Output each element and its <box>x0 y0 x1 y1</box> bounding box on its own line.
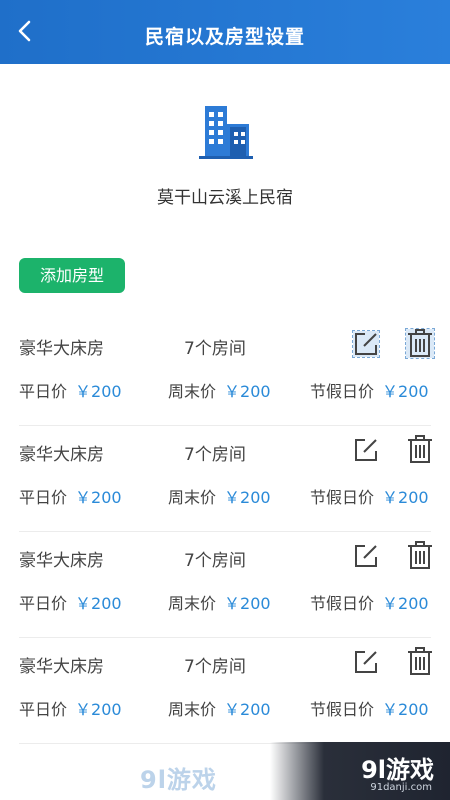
room-type-item: 豪华大床房 7个房间 平日价 ￥200 周末价 ￥200 节假日价 ￥200 <box>0 638 450 744</box>
trash-icon[interactable] <box>406 541 434 570</box>
watermark-logo: 9l游戏 <box>361 756 434 784</box>
weekend-price: 周末价 ￥200 <box>168 378 271 402</box>
add-room-type-button[interactable]: 添加房型 <box>19 258 125 293</box>
holiday-price: 节假日价 ￥200 <box>310 484 429 508</box>
edit-icon[interactable] <box>352 330 380 358</box>
weekend-price: 周末价 ￥200 <box>168 696 271 720</box>
weekend-price-label: 周末价 <box>168 488 217 507</box>
weekday-price: 平日价 ￥200 <box>19 378 122 402</box>
edit-icon[interactable] <box>353 437 379 463</box>
weekday-price: 平日价 ￥200 <box>19 484 122 508</box>
room-type-item: 豪华大床房 7个房间 平日价 ￥200 周末价 ￥200 节假日价 ￥200 <box>0 426 450 532</box>
building-icon <box>199 106 253 159</box>
room-count: 7个房间 <box>184 339 246 359</box>
trash-icon[interactable] <box>406 435 434 464</box>
weekday-price-value: ￥200 <box>75 488 122 507</box>
edit-icon[interactable] <box>353 543 379 569</box>
weekend-price-value: ￥200 <box>224 594 271 613</box>
weekday-price: 平日价 ￥200 <box>19 590 122 614</box>
weekend-price-label: 周末价 <box>168 382 217 401</box>
holiday-price-value: ￥200 <box>382 488 429 507</box>
holiday-price-value: ￥200 <box>382 594 429 613</box>
weekend-price-value: ￥200 <box>224 700 271 719</box>
weekend-price-label: 周末价 <box>168 700 217 719</box>
holiday-price-label: 节假日价 <box>310 382 375 401</box>
weekday-price-label: 平日价 <box>19 382 68 401</box>
weekday-price-label: 平日价 <box>19 700 68 719</box>
trash-icon[interactable] <box>406 647 434 676</box>
watermark-banner: 9l游戏 91danji.com <box>270 742 450 800</box>
room-name: 豪华大床房 <box>19 657 104 677</box>
room-type-item: 豪华大床房 7个房间 平日价 ￥200 周末价 ￥200 节假日价 ￥200 <box>0 320 450 426</box>
room-name: 豪华大床房 <box>19 445 104 465</box>
room-type-item: 豪华大床房 7个房间 平日价 ￥200 周末价 ￥200 节假日价 ￥200 <box>0 532 450 638</box>
weekday-price: 平日价 ￥200 <box>19 696 122 720</box>
weekend-price-label: 周末价 <box>168 594 217 613</box>
weekday-price-label: 平日价 <box>19 488 68 507</box>
trash-icon[interactable] <box>405 328 435 359</box>
holiday-price-value: ￥200 <box>382 382 429 401</box>
inn-name: 莫干山云溪上民宿 <box>157 188 293 208</box>
page-title: 民宿以及房型设置 <box>144 26 305 48</box>
weekday-price-label: 平日价 <box>19 594 68 613</box>
weekend-price: 周末价 ￥200 <box>168 484 271 508</box>
weekend-price-value: ￥200 <box>224 488 271 507</box>
weekend-price-value: ￥200 <box>224 382 271 401</box>
weekday-price-value: ￥200 <box>75 594 122 613</box>
room-name: 豪华大床房 <box>19 551 104 571</box>
room-name: 豪华大床房 <box>19 339 104 359</box>
holiday-price-label: 节假日价 <box>310 700 375 719</box>
room-count: 7个房间 <box>184 657 246 677</box>
holiday-price-label: 节假日价 <box>310 488 375 507</box>
room-count: 7个房间 <box>184 551 246 571</box>
holiday-price: 节假日价 ￥200 <box>310 590 429 614</box>
holiday-price-label: 节假日价 <box>310 594 375 613</box>
edit-icon[interactable] <box>353 649 379 675</box>
weekend-price: 周末价 ￥200 <box>168 590 271 614</box>
weekday-price-value: ￥200 <box>75 700 122 719</box>
holiday-price: 节假日价 ￥200 <box>310 378 429 402</box>
weekday-price-value: ￥200 <box>75 382 122 401</box>
app-header: 民宿以及房型设置 <box>0 0 450 64</box>
holiday-price-value: ￥200 <box>382 700 429 719</box>
room-count: 7个房间 <box>184 445 246 465</box>
watermark-text: 9l游戏 <box>140 766 217 794</box>
watermark-url: 91danji.com <box>370 782 432 793</box>
holiday-price: 节假日价 ￥200 <box>310 696 429 720</box>
